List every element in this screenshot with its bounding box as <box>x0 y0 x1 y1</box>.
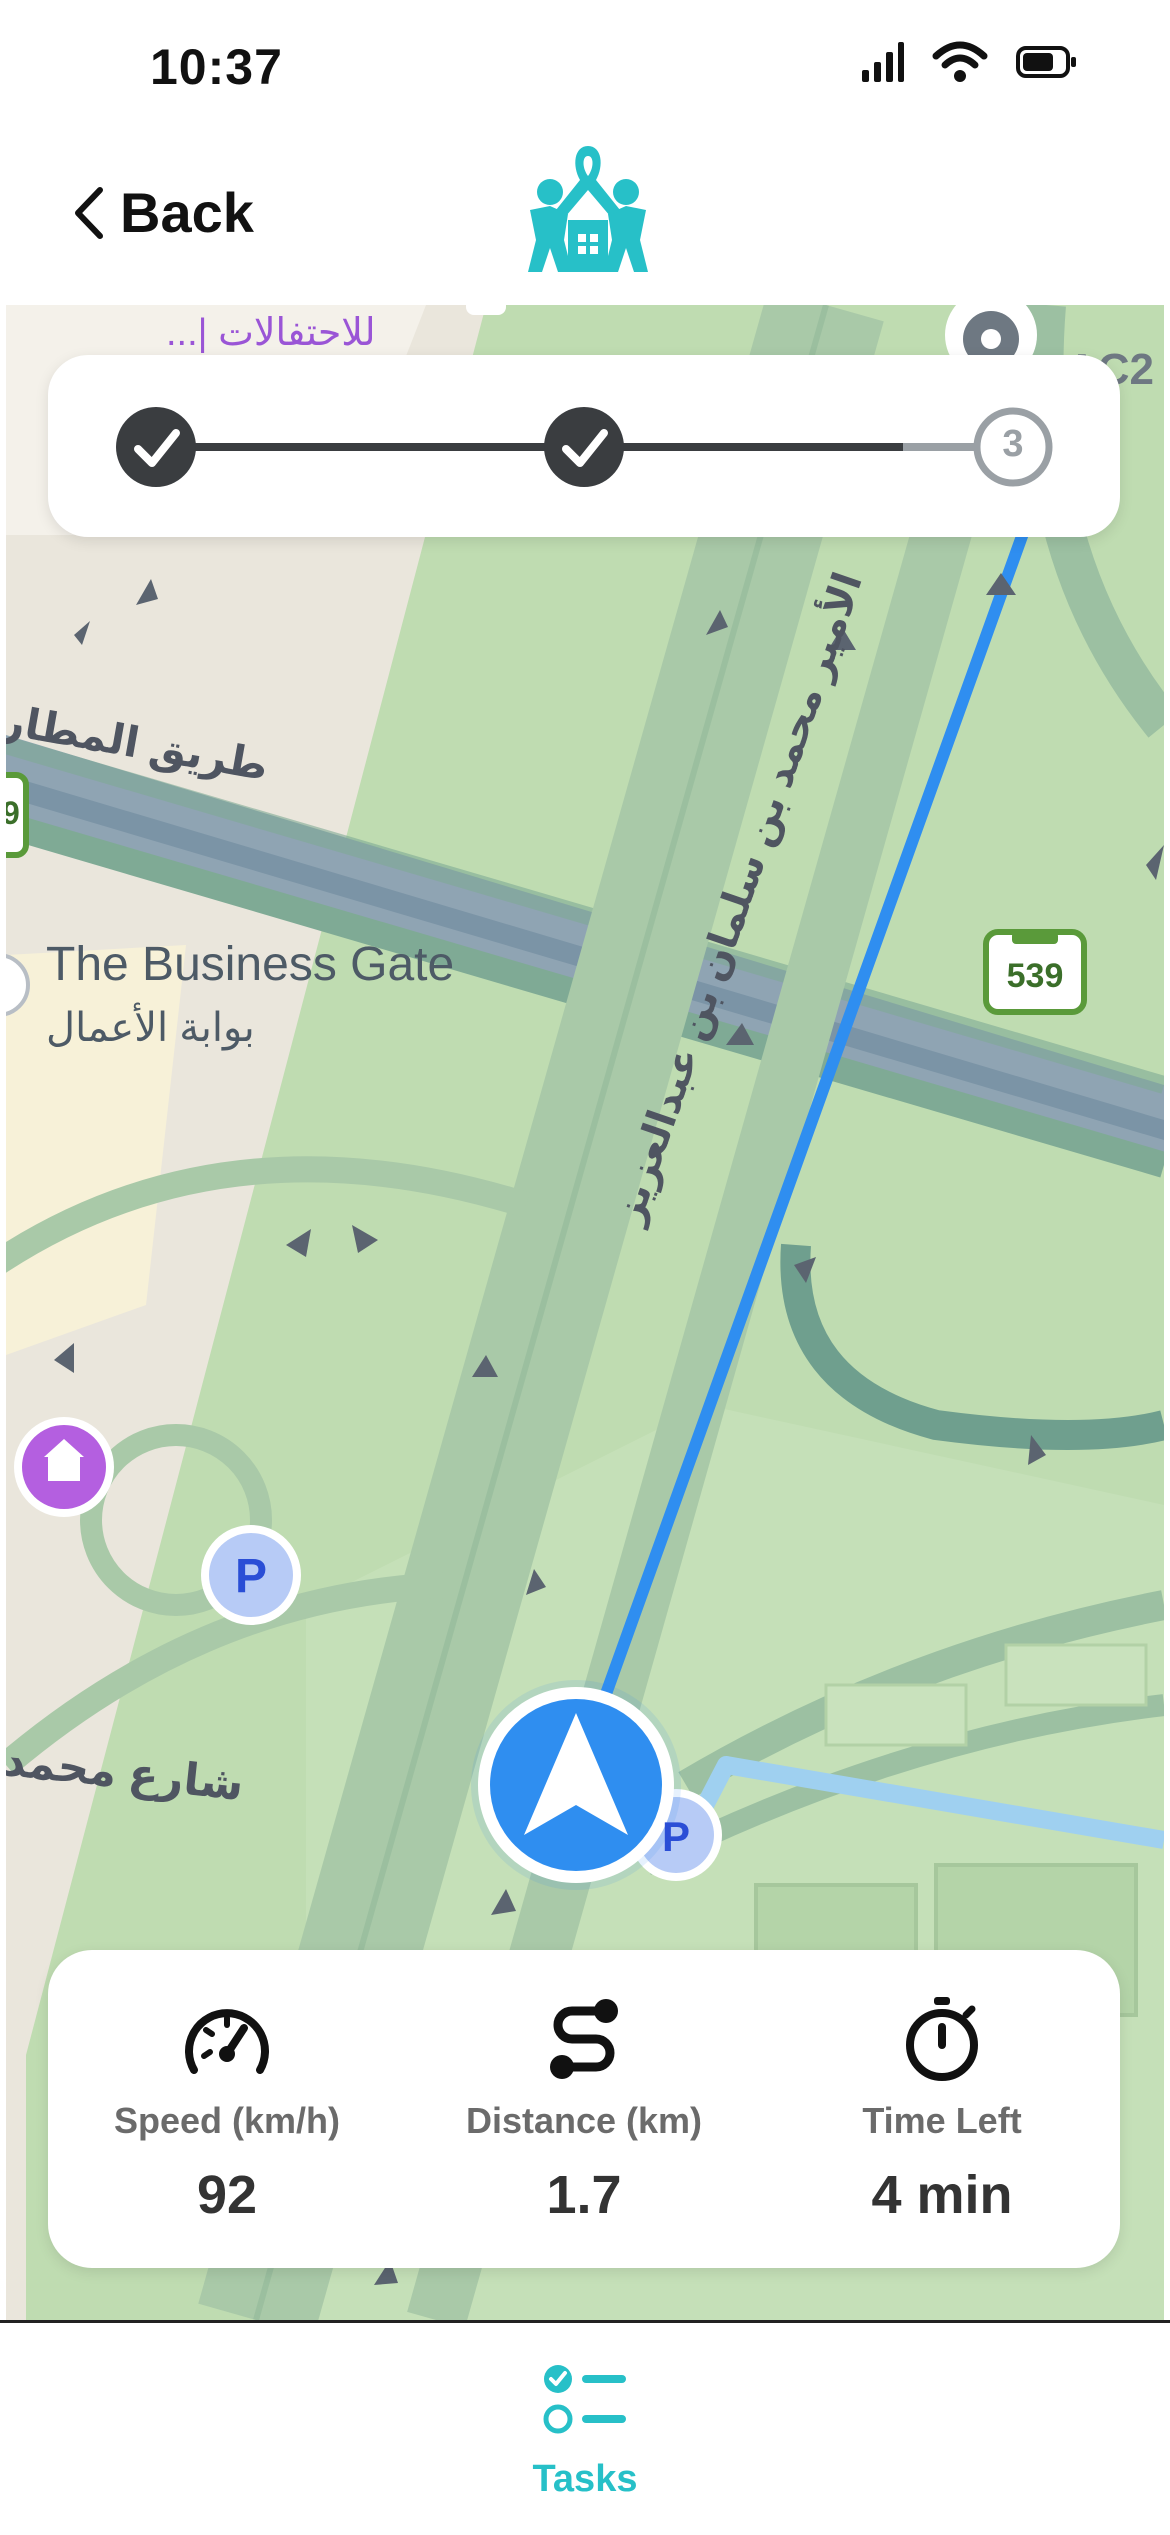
tab-tasks-label: Tasks <box>532 2458 638 2500</box>
route-distance-icon <box>550 1999 618 2079</box>
time-left-label: Time Left <box>862 2100 1022 2141</box>
user-location-icon <box>478 1687 674 1883</box>
battery-icon <box>1016 46 1076 78</box>
tab-tasks[interactable]: Tasks <box>485 2361 685 2501</box>
speed-label: Speed (km/h) <box>113 2100 341 2141</box>
parking-marker-1[interactable]: P <box>228 1549 274 1604</box>
time-left-value: 4 min <box>871 2165 1013 2225</box>
speedometer-icon <box>185 2009 269 2074</box>
distance-value: 1.7 <box>546 2165 622 2225</box>
route-shield-label: 539 <box>1006 957 1064 995</box>
header: Back <box>0 130 1170 305</box>
distance-stat: Distance (km) 1.7 <box>404 1990 764 2226</box>
tasks-list-icon <box>543 2365 626 2434</box>
status-bar: 10:37 <box>0 0 1170 130</box>
map-label-business-gate-ar: بوابة الأعمال <box>46 1006 255 1050</box>
map-label-ceremonies: للاحتفالات |... <box>166 312 376 354</box>
stopwatch-icon <box>906 1997 978 2081</box>
wifi-icon <box>932 41 988 82</box>
family-house-logo-icon <box>528 146 648 272</box>
step-1-check-icon <box>116 407 196 487</box>
chevron-left-icon <box>75 186 103 239</box>
cellular-signal-icon <box>862 42 904 82</box>
step-2-check-icon <box>544 407 624 487</box>
edge-shield-label: 9 <box>6 795 20 831</box>
speed-stat: Speed (km/h) 92 <box>47 1990 407 2226</box>
trip-stats-card: Speed (km/h) 92 Distance (km) 1.7 Time L… <box>48 1950 1120 2268</box>
speed-value: 92 <box>196 2165 258 2225</box>
app-logo <box>520 140 656 285</box>
progress-stepper <box>116 407 1053 487</box>
distance-label: Distance (km) <box>465 2100 703 2141</box>
map-label-business-gate-en: The Business Gate <box>46 938 455 991</box>
trip-progress-card: 3 <box>48 355 1120 537</box>
bottom-tab-bar: Tasks <box>0 2320 1170 2535</box>
status-time: 10:37 <box>150 39 283 95</box>
poi-marker-icon[interactable] <box>14 1417 114 1517</box>
status-icons <box>860 40 1078 84</box>
back-button[interactable]: Back <box>72 180 254 245</box>
time-left-stat: Time Left 4 min <box>762 1990 1122 2226</box>
step-3-number: 3 <box>1002 423 1024 465</box>
back-label: Back <box>120 181 254 244</box>
